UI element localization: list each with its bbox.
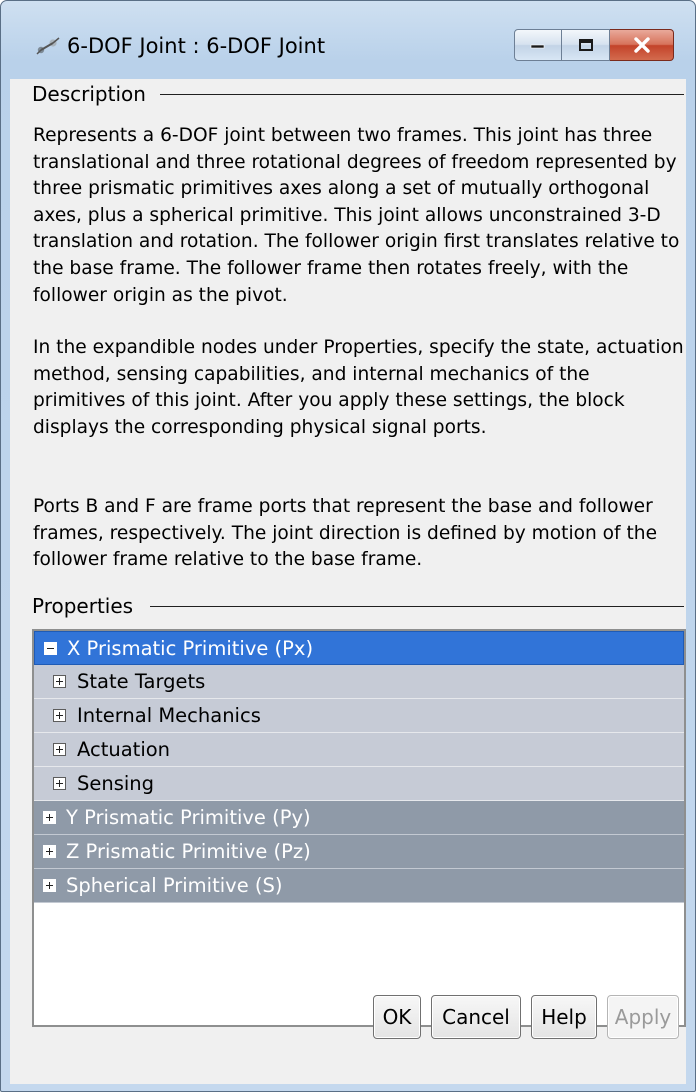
apply-button[interactable]: Apply (607, 995, 679, 1039)
joint-block-icon (36, 37, 60, 55)
close-button[interactable] (610, 29, 674, 61)
description-paragraph-2: In the expandible nodes under Properties… (33, 337, 684, 438)
expand-icon[interactable] (53, 743, 66, 756)
tree-node-internal-mechanics[interactable]: Internal Mechanics (34, 699, 684, 733)
window-title: 6-DOF Joint : 6-DOF Joint (67, 34, 326, 58)
tree-node-z-prismatic[interactable]: Z Prismatic Primitive (Pz) (34, 835, 684, 869)
tree-node-label: Y Prismatic Primitive (Py) (66, 806, 311, 829)
maximize-icon (578, 39, 593, 51)
expand-icon[interactable] (43, 879, 56, 892)
tree-node-state-targets[interactable]: State Targets (34, 665, 684, 699)
expand-icon[interactable] (53, 777, 66, 790)
tree-node-label: Sensing (77, 772, 155, 795)
dialog-window: 6-DOF Joint : 6-DOF Joint Description Re… (0, 0, 696, 1092)
properties-label: Properties (32, 594, 138, 618)
description-label: Description (32, 82, 150, 106)
tree-node-label: Z Prismatic Primitive (Pz) (66, 840, 311, 863)
tree-node-sensing[interactable]: Sensing (34, 767, 684, 801)
tree-node-x-prismatic[interactable]: X Prismatic Primitive (Px) (34, 631, 684, 665)
close-icon (633, 37, 650, 53)
expand-icon[interactable] (53, 709, 66, 722)
expand-icon[interactable] (43, 845, 56, 858)
tree-node-y-prismatic[interactable]: Y Prismatic Primitive (Py) (34, 801, 684, 835)
ok-button[interactable]: OK (373, 995, 421, 1039)
expand-icon[interactable] (43, 811, 56, 824)
help-button[interactable]: Help (531, 995, 597, 1039)
tree-node-label: X Prismatic Primitive (Px) (67, 637, 314, 660)
tree-node-label: Actuation (77, 738, 171, 761)
title-bar[interactable]: 6-DOF Joint : 6-DOF Joint (1, 1, 695, 79)
tree-node-label: Spherical Primitive (S) (66, 874, 283, 897)
cancel-button[interactable]: Cancel (431, 995, 521, 1039)
properties-divider (150, 606, 684, 607)
expand-icon[interactable] (53, 675, 66, 688)
description-divider (160, 94, 684, 95)
tree-node-label: State Targets (77, 670, 206, 693)
collapse-icon[interactable] (44, 642, 57, 655)
tree-node-spherical[interactable]: Spherical Primitive (S) (34, 869, 684, 903)
minimize-button[interactable] (514, 29, 562, 61)
tree-node-actuation[interactable]: Actuation (34, 733, 684, 767)
properties-tree[interactable]: X Prismatic Primitive (Px) State Targets… (32, 629, 686, 1027)
maximize-button[interactable] (562, 29, 610, 61)
description-paragraph-3: Ports B and F are frame ports that repre… (33, 496, 658, 571)
description-paragraph-1: Represents a 6-DOF joint between two fra… (33, 125, 680, 306)
tree-node-label: Internal Mechanics (77, 704, 261, 727)
dialog-body: Description Represents a 6-DOF joint bet… (10, 79, 686, 1084)
minimize-icon (530, 44, 545, 49)
